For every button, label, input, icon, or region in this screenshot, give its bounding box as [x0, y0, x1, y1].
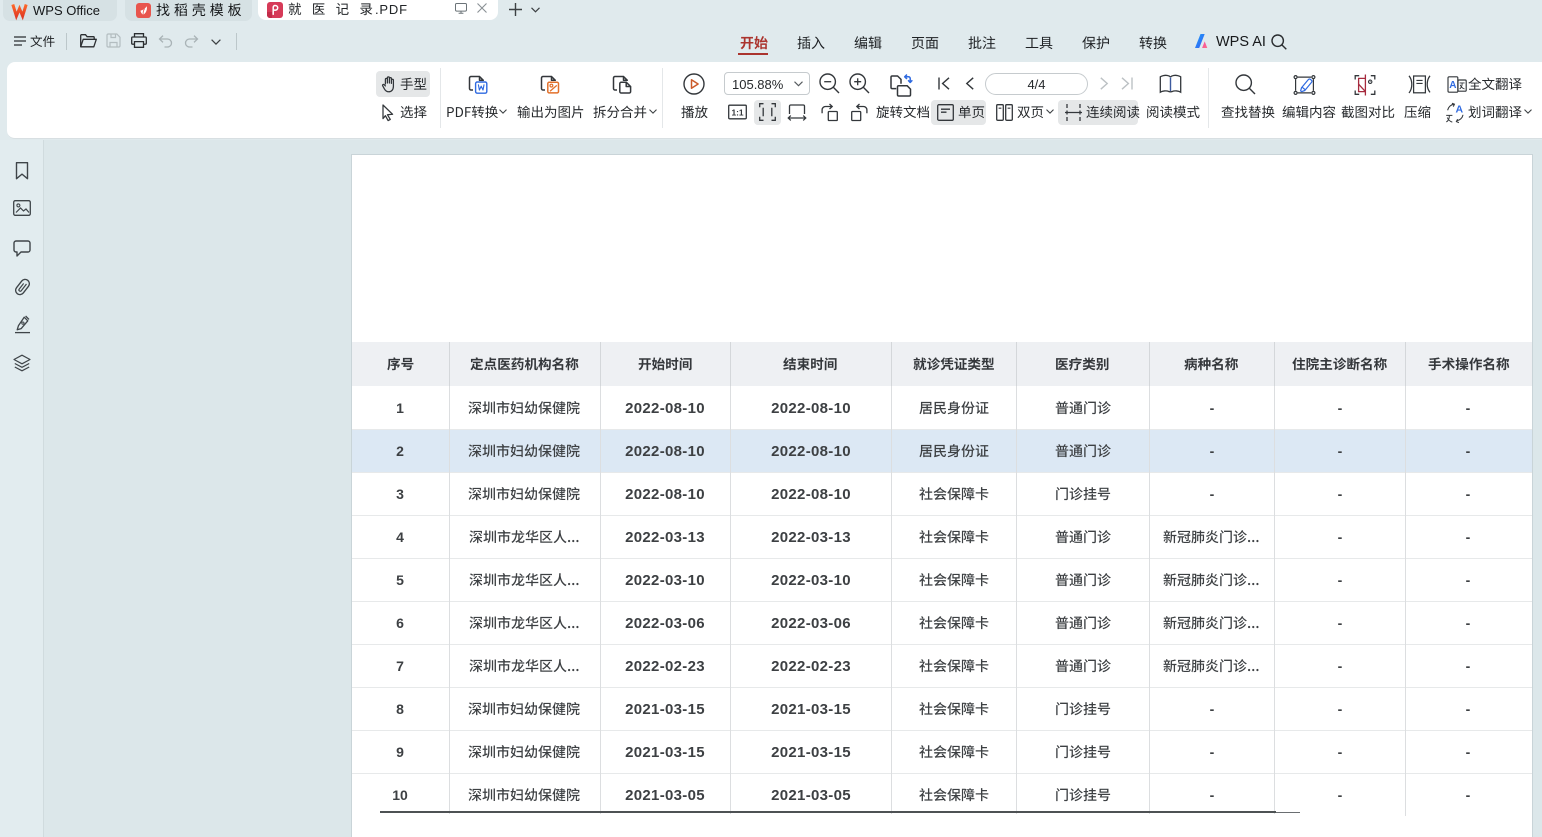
svg-text:1:1: 1:1: [731, 108, 743, 118]
svg-text:A: A: [1449, 80, 1456, 91]
svg-text:A: A: [1456, 104, 1464, 116]
